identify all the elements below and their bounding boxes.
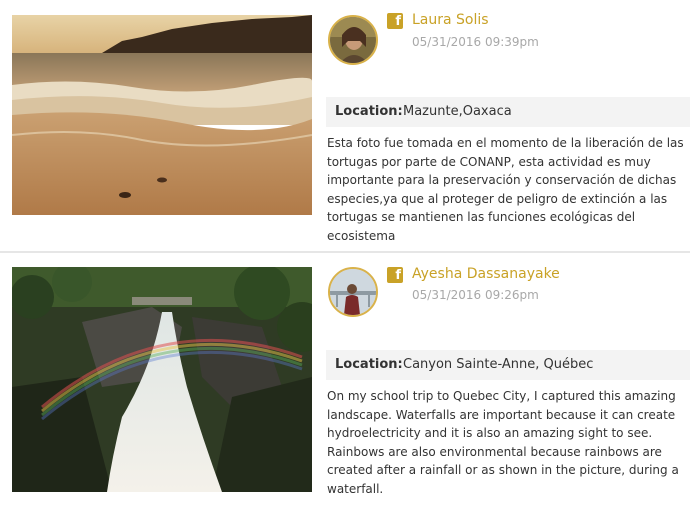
post-feed: f Laura Solis 05/31/2016 09:39pm Locatio… <box>0 0 690 517</box>
post-description: On my school trip to Quebec City, I capt… <box>327 389 679 496</box>
avatar-image <box>330 269 376 315</box>
author-avatar[interactable] <box>328 15 378 65</box>
waterfall-rainbow-image <box>12 267 312 492</box>
post-photo[interactable] <box>12 267 312 492</box>
author-name[interactable]: Laura Solis <box>412 12 489 28</box>
location-value: Canyon Sainte-Anne, Québec <box>403 357 594 372</box>
post-photo[interactable] <box>12 15 312 215</box>
post-card: f Ayesha Dassanayake 05/31/2016 09:26pm … <box>0 253 690 517</box>
location-label: Location: <box>335 357 403 372</box>
avatar-image <box>330 17 376 63</box>
facebook-icon[interactable]: f <box>387 267 403 283</box>
post-timestamp: 05/31/2016 09:39pm <box>412 35 539 49</box>
author-name[interactable]: Ayesha Dassanayake <box>412 266 560 282</box>
post-card: f Laura Solis 05/31/2016 09:39pm Locatio… <box>0 0 690 251</box>
facebook-icon[interactable]: f <box>387 13 403 29</box>
post-timestamp: 05/31/2016 09:26pm <box>412 288 539 302</box>
location-bar: Location: Mazunte,Oaxaca <box>326 97 690 127</box>
author-avatar[interactable] <box>328 267 378 317</box>
location-value: Mazunte,Oaxaca <box>403 104 512 119</box>
post-description: Esta foto fue tomada en el momento de la… <box>327 136 684 243</box>
location-label: Location: <box>335 104 403 119</box>
beach-sunset-image <box>12 15 312 215</box>
location-bar: Location: Canyon Sainte-Anne, Québec <box>326 350 690 380</box>
